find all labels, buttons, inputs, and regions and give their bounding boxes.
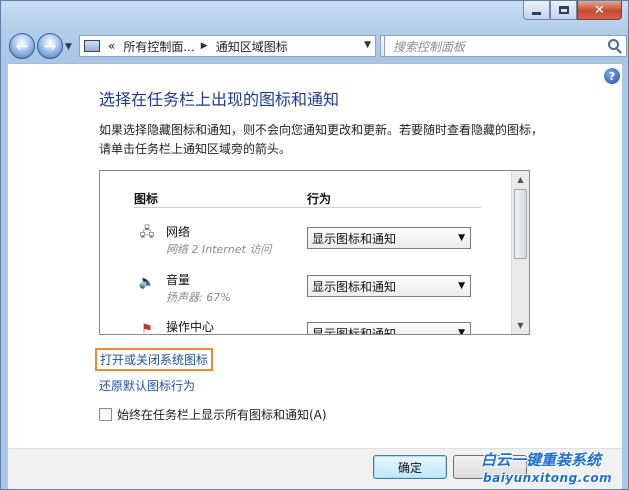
minimize-icon xyxy=(532,11,541,15)
behavior-select[interactable]: 显示图标和通知 ▼ xyxy=(307,227,471,249)
list-item: 🖧 网络 网络 2 Internet 访问 显示图标和通知 ▼ xyxy=(100,219,511,263)
address-dropdown-icon[interactable]: ▼ xyxy=(364,40,371,50)
dropdown-arrow-icon: ▼ xyxy=(458,281,465,291)
back-button[interactable]: ← xyxy=(9,33,35,59)
list-inner: 图标 行为 🖧 网络 网络 2 Internet 访问 显示图标和通知 ▼ 🔈 … xyxy=(100,171,511,334)
list-item: 🔈 音量 扬声器: 67% 显示图标和通知 ▼ xyxy=(100,267,511,311)
page-title: 选择在任务栏上出现的图标和通知 xyxy=(99,90,340,109)
speaker-icon: 🔈 xyxy=(138,274,156,290)
search-placeholder: 搜索控制面板 xyxy=(393,39,466,54)
breadcrumb-all-control-panel[interactable]: 所有控制面... xyxy=(123,38,194,55)
behavior-select[interactable]: 显示图标和通知 ▼ xyxy=(307,275,471,297)
dropdown-arrow-icon: ▼ xyxy=(458,328,465,335)
maximize-button[interactable] xyxy=(550,1,577,20)
row-name: 操作中心 xyxy=(166,320,215,334)
forward-arrow-icon: → xyxy=(43,37,57,55)
row-subtitle: 网络 2 Internet 访问 xyxy=(166,243,272,256)
address-bar[interactable]: « 所有控制面... ▶ 通知区域图标 ▼ xyxy=(79,35,376,57)
caption-buttons: ✕ xyxy=(523,1,622,20)
notification-icons-list: 图标 行为 🖧 网络 网络 2 Internet 访问 显示图标和通知 ▼ 🔈 … xyxy=(99,170,530,335)
scroll-up-icon[interactable]: ▲ xyxy=(512,171,529,188)
address-overflow-chevron[interactable]: « xyxy=(108,39,115,53)
close-button[interactable]: ✕ xyxy=(577,1,622,20)
always-show-all-row[interactable]: 始终在任务栏上显示所有图标和通知(A) xyxy=(99,406,327,423)
minimize-button[interactable] xyxy=(523,1,550,20)
network-icon: 🖧 xyxy=(139,225,155,240)
forward-button[interactable]: → xyxy=(37,33,63,59)
navigation-bar: ← → ▼ « 所有控制面... ▶ 通知区域图标 ▼ ⟲ 搜索控制面板 xyxy=(7,31,627,61)
behavior-value: 显示图标和通知 xyxy=(312,326,397,335)
behavior-select[interactable]: 显示图标和通知 ▼ xyxy=(307,322,471,335)
watermark-title: 白云一键重装系统 xyxy=(481,451,602,469)
row-name: 音量 xyxy=(166,273,191,287)
row-name: 网络 xyxy=(166,225,191,239)
scroll-thumb[interactable] xyxy=(514,189,527,259)
restore-default-behavior-link[interactable]: 还原默认图标行为 xyxy=(99,377,195,394)
always-show-all-label: 始终在任务栏上显示所有图标和通知(A) xyxy=(117,408,327,422)
ok-button[interactable]: 确定 xyxy=(373,455,447,479)
behavior-value: 显示图标和通知 xyxy=(312,279,397,294)
always-show-all-checkbox[interactable] xyxy=(99,408,112,421)
column-header-icons: 图标 xyxy=(134,192,159,206)
breadcrumb-notification-area-icons[interactable]: 通知区域图标 xyxy=(216,38,288,55)
maximize-icon xyxy=(558,6,569,14)
behavior-value: 显示图标和通知 xyxy=(312,231,397,246)
control-panel-icon xyxy=(84,40,100,52)
list-scrollbar[interactable]: ▲ ▼ xyxy=(511,171,529,334)
search-icon[interactable] xyxy=(608,39,619,50)
recent-pages-dropdown[interactable]: ▼ xyxy=(65,42,72,52)
list-item: ⚑ 操作中心 显示图标和通知 ▼ xyxy=(100,314,511,335)
main-content: ? 选择在任务栏上出现的图标和通知 如果选择隐藏图标和通知，则不会向您通知更改和… xyxy=(8,63,622,448)
help-icon[interactable]: ? xyxy=(604,68,620,84)
search-input[interactable]: 搜索控制面板 xyxy=(384,35,627,57)
breadcrumb-separator-icon[interactable]: ▶ xyxy=(201,41,208,51)
toggle-system-icons-link[interactable]: 打开或关闭系统图标 xyxy=(95,348,214,371)
row-subtitle: 扬声器: 67% xyxy=(166,291,231,304)
close-icon: ✕ xyxy=(594,2,605,18)
page-description: 如果选择隐藏图标和通知，则不会向您通知更改和更新。若要随时查看隐藏的图标，请单击… xyxy=(99,123,544,156)
action-center-flag-icon: ⚑ xyxy=(141,321,153,335)
header-divider xyxy=(134,207,481,208)
watermark-url: baiyunxitong.com xyxy=(483,471,613,485)
watermark-logo: 白云一键重装系统 baiyunxitong.com xyxy=(471,449,629,489)
column-header-behavior: 行为 xyxy=(307,192,332,206)
control-panel-window: ✕ ← → ▼ « 所有控制面... ▶ 通知区域图标 ▼ ⟲ 搜索控制面板 ?… xyxy=(0,0,629,490)
back-arrow-icon: ← xyxy=(15,37,29,55)
scroll-down-icon[interactable]: ▼ xyxy=(512,317,529,334)
dropdown-arrow-icon: ▼ xyxy=(458,233,465,243)
